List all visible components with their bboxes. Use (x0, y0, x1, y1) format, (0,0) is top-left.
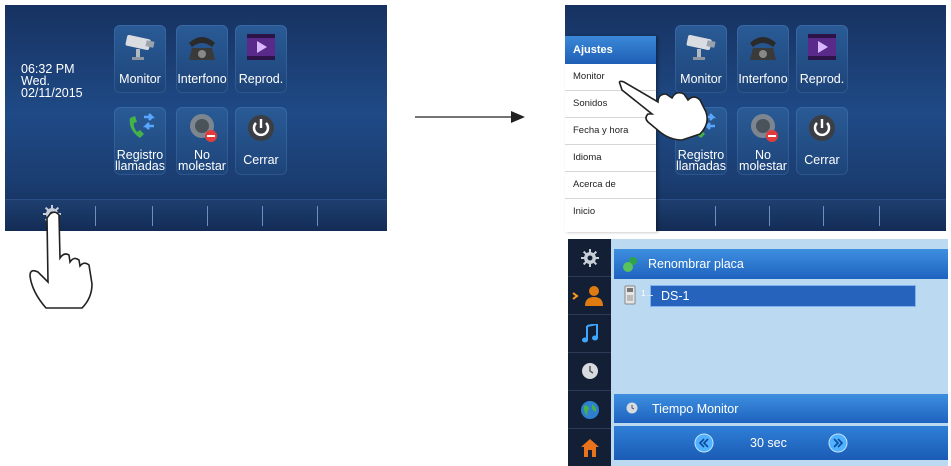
power-icon (809, 115, 835, 141)
no-molestar-label-line2: molestar (739, 159, 787, 173)
interfono-app-tile[interactable]: Interfono (176, 25, 228, 93)
power-icon (248, 115, 274, 141)
gear-icon (581, 249, 599, 267)
settings-menu-title: Ajustes (565, 36, 656, 64)
monitor-time-value: 30 sec (750, 436, 787, 450)
selected-chevron-icon (572, 292, 579, 300)
monitor-time-row: 30 sec (614, 426, 948, 460)
reprod-app-tile[interactable]: Reprod. (796, 25, 848, 93)
registro-llamadas-app-tile[interactable]: Registro llamadas (114, 107, 166, 175)
taskbar-divider (207, 206, 208, 226)
menu-item-acerca-de[interactable]: Acerca de (565, 172, 656, 199)
taskbar-divider (152, 206, 153, 226)
sidebar-item-home[interactable] (568, 429, 611, 466)
taskbar-divider (823, 206, 824, 226)
user-icon (585, 286, 603, 306)
rename-header: Renombrar placa (614, 249, 948, 279)
door-station-icon (624, 285, 636, 305)
taskbar-divider (317, 206, 318, 226)
settings-sidebar (568, 239, 611, 466)
interfono-label: Interfono (177, 72, 227, 86)
pointing-hand-icon (618, 80, 708, 141)
home-icon (581, 439, 599, 457)
device-index-marker (647, 295, 653, 296)
intercom-phone-icon (189, 37, 215, 60)
no-molestar-app-tile[interactable]: No molestar (737, 107, 789, 175)
monitor-time-title: Tiempo Monitor (652, 402, 739, 416)
pointing-hand-icon (29, 211, 93, 309)
globe-icon (581, 401, 599, 419)
rename-door-station-icon (623, 257, 637, 272)
music-note-icon (582, 324, 598, 343)
reprod-label: Reprod. (238, 72, 284, 86)
device-name-field[interactable]: DS-1 (647, 285, 916, 307)
do-not-disturb-icon (190, 114, 217, 142)
sidebar-item-sounds[interactable] (568, 315, 611, 353)
menu-item-inicio[interactable]: Inicio (565, 199, 656, 225)
intercom-phone-icon (750, 37, 776, 60)
taskbar-divider (879, 206, 880, 226)
taskbar-divider (262, 206, 263, 226)
taskbar-divider (769, 206, 770, 226)
interfono-label: Interfono (738, 72, 788, 86)
clock-icon (582, 363, 598, 379)
cctv-camera-icon (125, 35, 155, 60)
call-log-phone-icon (129, 113, 156, 138)
no-molestar-app-tile[interactable]: No molestar (176, 107, 228, 175)
device-name: DS-1 (661, 289, 690, 303)
clock-date: 02/11/2015 (21, 86, 83, 100)
video-playback-icon (808, 34, 836, 60)
sidebar-item-language[interactable] (568, 391, 611, 429)
cerrar-label: Cerrar (243, 153, 279, 167)
cerrar-app-tile[interactable]: Cerrar (796, 107, 848, 175)
increase-button[interactable] (828, 433, 848, 453)
sidebar-item-monitor[interactable] (568, 277, 611, 315)
registro-label-line2: llamadas (675, 159, 727, 173)
device-index: 1 (641, 289, 646, 298)
monitor-label: Monitor (119, 72, 161, 86)
clock-icon (626, 402, 638, 414)
monitor-app-tile[interactable]: Monitor (114, 25, 166, 93)
do-not-disturb-icon (751, 114, 778, 142)
interfono-app-tile[interactable]: Interfono (737, 25, 789, 93)
sidebar-item-settings[interactable] (568, 239, 611, 277)
cerrar-label: Cerrar (804, 153, 840, 167)
menu-item-idioma[interactable]: Idioma (565, 145, 656, 172)
cctv-camera-icon (686, 35, 716, 60)
sidebar-item-clock[interactable] (568, 353, 611, 391)
video-playback-icon (247, 34, 275, 60)
no-molestar-label-line2: molestar (178, 159, 226, 173)
transition-arrow (415, 111, 525, 123)
reprod-label: Reprod. (799, 72, 845, 86)
monitor-settings-panel: Renombrar placa 1 DS-1 Tiempo Monitor 30… (568, 239, 948, 466)
taskbar-divider (715, 206, 716, 226)
cerrar-app-tile[interactable]: Cerrar (235, 107, 287, 175)
registro-label-line2: llamadas (114, 159, 166, 173)
reprod-app-tile[interactable]: Reprod. (235, 25, 287, 93)
home-screen: 06:32 PM Wed. 02/11/2015 Monitor Interfo… (5, 5, 387, 231)
monitor-time-header: Tiempo Monitor (614, 394, 948, 423)
decrease-button[interactable] (694, 433, 714, 453)
rename-title: Renombrar placa (648, 257, 744, 271)
